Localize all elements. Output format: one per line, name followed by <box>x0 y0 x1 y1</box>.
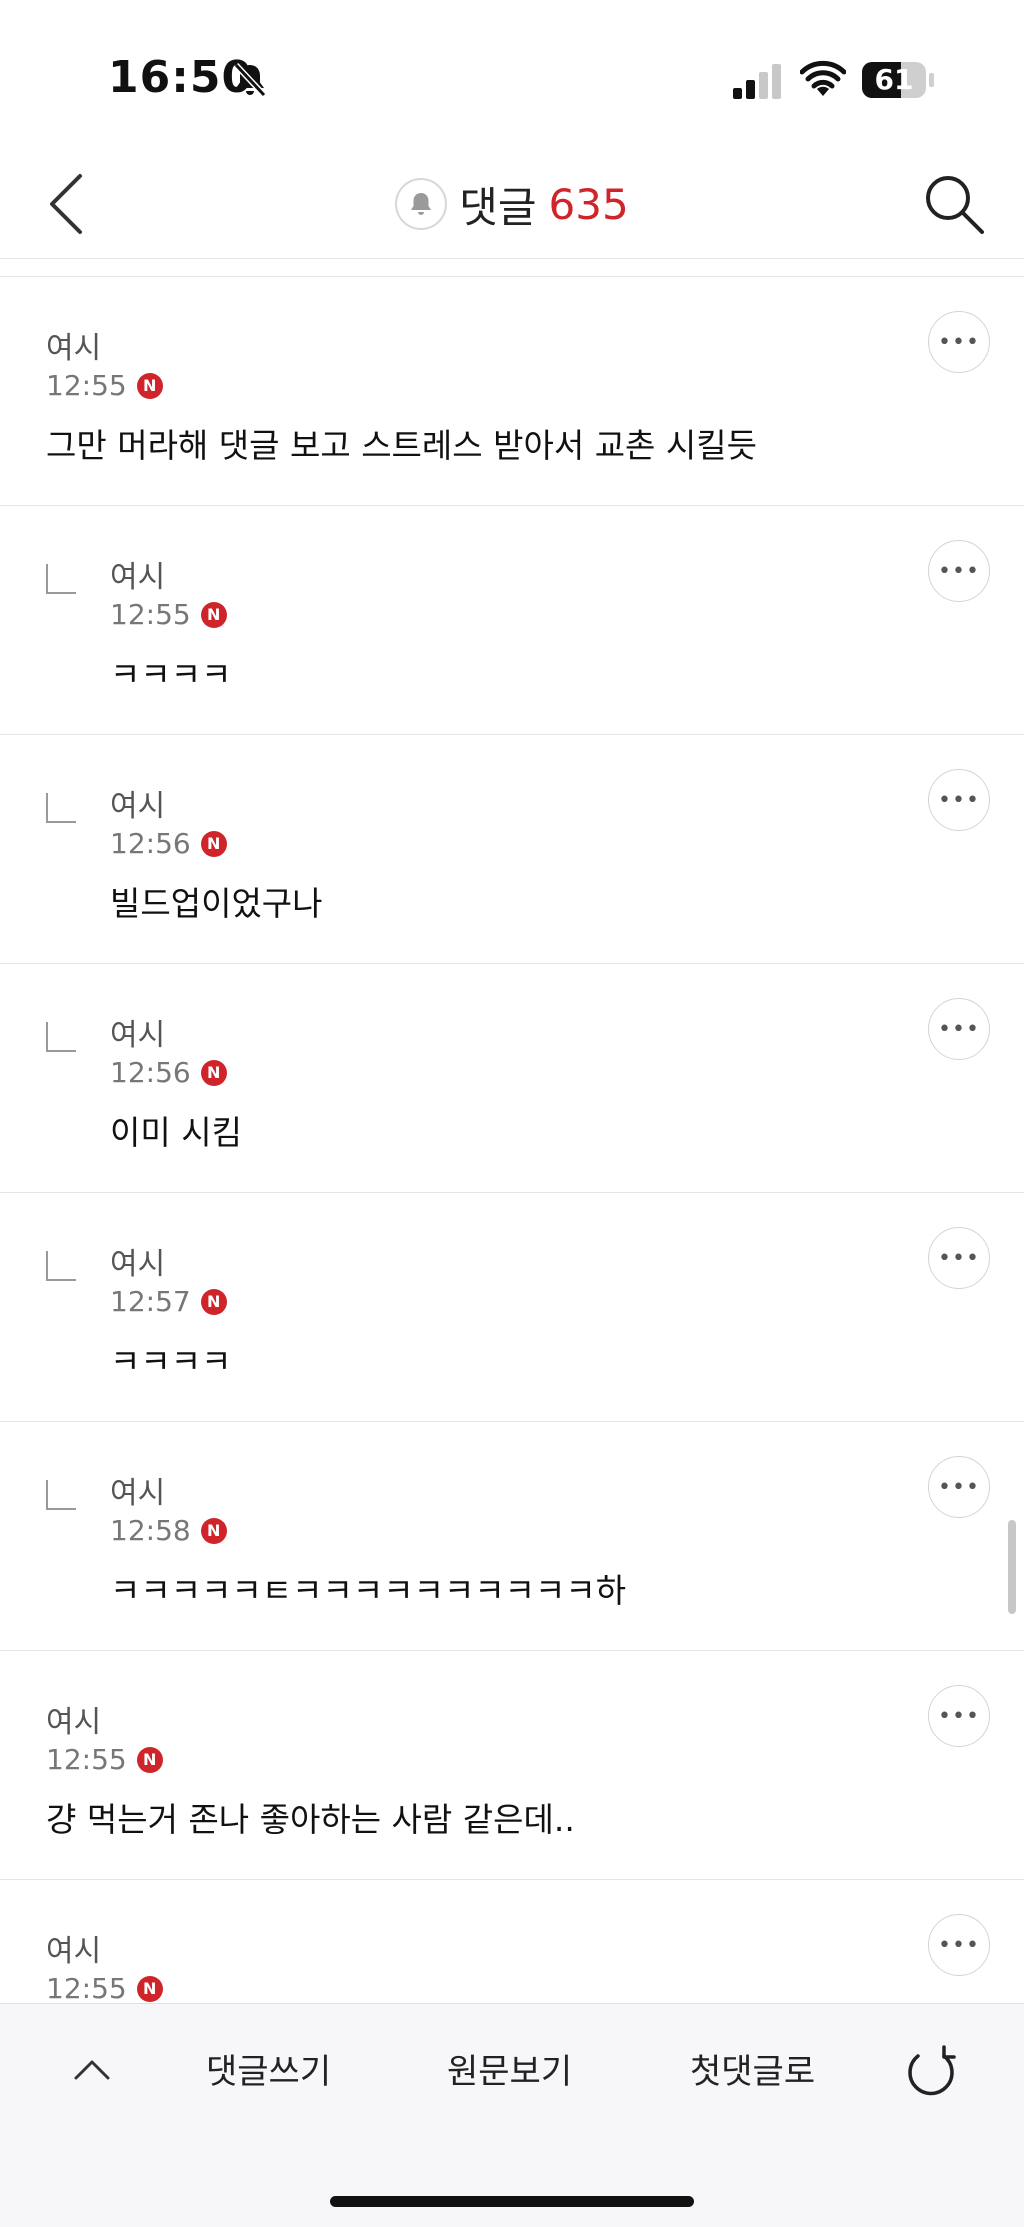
comment-author: 여시 <box>46 331 102 366</box>
home-indicator <box>330 2196 694 2207</box>
title-label: 댓글 <box>459 182 537 232</box>
comment-text: 그만 머라해 댓글 보고 스트레스 받아서 교촌 시킬듯 <box>46 426 757 465</box>
battery-level: 61 <box>874 63 914 96</box>
scroll-up-button[interactable] <box>70 2050 114 2090</box>
more-options-button[interactable]: ••• <box>928 1685 990 1747</box>
header-bar: 댓글 635 <box>0 150 1024 259</box>
comment-text: ㅋㅋㅋㅋ <box>110 1342 232 1381</box>
battery-icon: 61 <box>862 62 936 98</box>
comment-time: 12:55 <box>110 598 191 631</box>
comment-count: 635 <box>548 179 629 229</box>
write-comment-button[interactable]: 댓글쓰기 <box>206 2044 331 2093</box>
new-badge: N <box>200 1059 227 1086</box>
comment-text: 빌드업이었구나 <box>110 884 323 923</box>
comment-meta: 12:57 N <box>110 1285 227 1318</box>
notification-bell-button[interactable] <box>395 178 448 230</box>
more-options-button[interactable]: ••• <box>928 1227 990 1289</box>
new-badge: N <box>136 1746 163 1773</box>
comment-item: 여시 12:55 N 걍 먹는거 존나 좋아하는 사람 같은데.. ••• <box>0 1651 1024 1880</box>
comment-author: 여시 <box>110 789 166 824</box>
comment-meta: 12:56 N <box>110 1056 227 1089</box>
reply-item: 여시 12:58 N ㅋㅋㅋㅋㅋㅌㅋㅋㅋㅋㅋㅋㅋㅋㅋㅋ하 ••• <box>0 1422 1024 1651</box>
reply-item: 여시 12:56 N 빌드업이었구나 ••• <box>0 735 1024 964</box>
reply-indicator-icon <box>46 793 76 823</box>
comment-author: 여시 <box>110 560 166 595</box>
comment-author: 여시 <box>46 1705 102 1740</box>
more-options-button[interactable]: ••• <box>928 311 990 373</box>
comment-item: 여시 12:55 N 그만 머라해 댓글 보고 스트레스 받아서 교촌 시킬듯 … <box>0 277 1024 506</box>
new-badge: N <box>200 830 227 857</box>
status-bar: 16:50 61 <box>0 0 1024 150</box>
first-comment-button[interactable]: 첫댓글로 <box>690 2044 815 2093</box>
reply-item: 여시 12:57 N ㅋㅋㅋㅋ ••• <box>0 1193 1024 1422</box>
comment-text: ㅋㅋㅋㅋㅋㅌㅋㅋㅋㅋㅋㅋㅋㅋㅋㅋ하 <box>110 1571 627 1610</box>
new-badge: N <box>136 1975 163 2002</box>
search-icon[interactable] <box>918 168 990 240</box>
more-options-button[interactable]: ••• <box>928 769 990 831</box>
more-options-button[interactable]: ••• <box>928 1914 990 1976</box>
new-badge: N <box>200 601 227 628</box>
new-badge: N <box>136 372 163 399</box>
comment-time: 12:57 <box>110 1285 191 1318</box>
bell-icon <box>411 193 432 215</box>
page-title: 댓글 635 <box>0 150 1024 258</box>
comment-author: 여시 <box>110 1247 166 1282</box>
reply-indicator-icon <box>46 564 76 594</box>
comment-text: ㅋㅋㅋㅋ <box>110 655 232 694</box>
comment-list: 여시 12:55 N 그만 머라해 댓글 보고 스트레스 받아서 교촌 시킬듯 … <box>0 277 1024 2109</box>
comment-author: 여시 <box>46 1934 102 1969</box>
reply-indicator-icon <box>46 1251 76 1281</box>
comment-text: 이미 시킴 <box>110 1113 242 1152</box>
new-badge: N <box>200 1288 227 1315</box>
refresh-icon[interactable] <box>904 2044 958 2098</box>
view-original-button[interactable]: 원문보기 <box>447 2044 572 2093</box>
bottom-toolbar: 댓글쓰기 원문보기 첫댓글로 <box>0 2003 1024 2227</box>
reply-item: 여시 12:56 N 이미 시킴 ••• <box>0 964 1024 1193</box>
more-options-button[interactable]: ••• <box>928 998 990 1060</box>
comment-time: 12:58 <box>110 1514 191 1547</box>
reply-indicator-icon <box>46 1022 76 1052</box>
reply-indicator-icon <box>46 1480 76 1510</box>
more-options-button[interactable]: ••• <box>928 540 990 602</box>
comment-meta: 12:55 N <box>46 1972 163 2005</box>
comment-meta: 12:55 N <box>110 598 227 631</box>
comment-meta: 12:55 N <box>46 369 163 402</box>
wifi-icon <box>800 60 846 96</box>
new-badge: N <box>200 1517 227 1544</box>
reply-item: 여시 12:55 N ㅋㅋㅋㅋ ••• <box>0 506 1024 735</box>
comment-time: 12:55 <box>46 369 127 402</box>
comment-time: 12:56 <box>110 827 191 860</box>
comment-author: 여시 <box>110 1476 166 1511</box>
cellular-signal-icon <box>733 64 781 99</box>
comment-time: 12:55 <box>46 1972 127 2005</box>
comment-text: 걍 먹는거 존나 좋아하는 사람 같은데.. <box>46 1800 575 1839</box>
bell-off-icon <box>233 62 267 98</box>
comment-time: 12:56 <box>110 1056 191 1089</box>
comment-meta: 12:56 N <box>110 827 227 860</box>
scrollbar-thumb[interactable] <box>1008 1520 1016 1614</box>
more-options-button[interactable]: ••• <box>928 1456 990 1518</box>
comment-author: 여시 <box>110 1018 166 1053</box>
comment-meta: 12:58 N <box>110 1514 227 1547</box>
comment-meta: 12:55 N <box>46 1743 163 1776</box>
comment-time: 12:55 <box>46 1743 127 1776</box>
